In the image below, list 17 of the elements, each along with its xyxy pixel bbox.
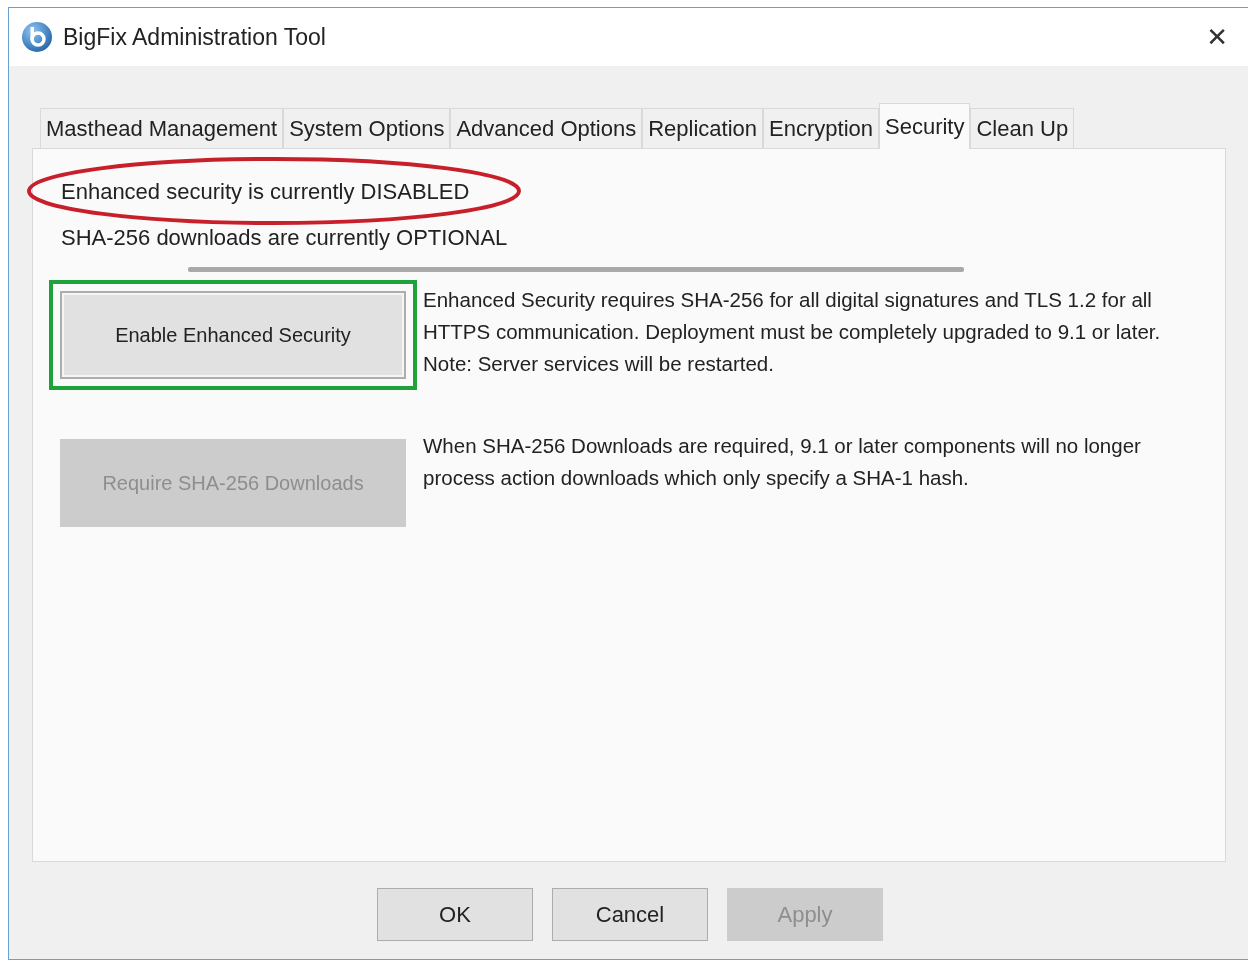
tab[interactable]: Advanced Options bbox=[450, 108, 643, 148]
dialog-button[interactable]: OK bbox=[377, 888, 533, 941]
tab[interactable]: Masthead Management bbox=[40, 108, 284, 148]
dialog-button[interactable]: Cancel bbox=[552, 888, 708, 941]
tab[interactable]: Replication bbox=[642, 108, 764, 148]
status-text: SHA-256 downloads are currently OPTIONAL bbox=[61, 225, 508, 251]
tab[interactable]: Encryption bbox=[763, 108, 879, 148]
description-text: When SHA-256 Downloads are required, 9.1 or later components will no longer process action downloads which only specify a SHA-1 hash. bbox=[423, 433, 1142, 491]
close-button[interactable]: ✕ bbox=[1198, 22, 1236, 52]
app-logo-icon bbox=[21, 21, 53, 53]
action-button[interactable]: Enable Enhanced Security bbox=[60, 291, 406, 379]
status-text: Enhanced security is currently DISABLED bbox=[61, 179, 470, 205]
tab[interactable]: Security bbox=[879, 103, 971, 149]
description-text: Enhanced Security requires SHA-256 for all digital signatures and TLS 1.2 for all HTTPS communication. Deployment must be completely upgraded to 9.1 or later. Note: Server services will be restarted. bbox=[423, 287, 1162, 377]
window-title: BigFix Administration Tool bbox=[63, 23, 327, 51]
tab[interactable]: System Options bbox=[283, 108, 451, 148]
tab[interactable]: Clean Up bbox=[970, 108, 1075, 148]
